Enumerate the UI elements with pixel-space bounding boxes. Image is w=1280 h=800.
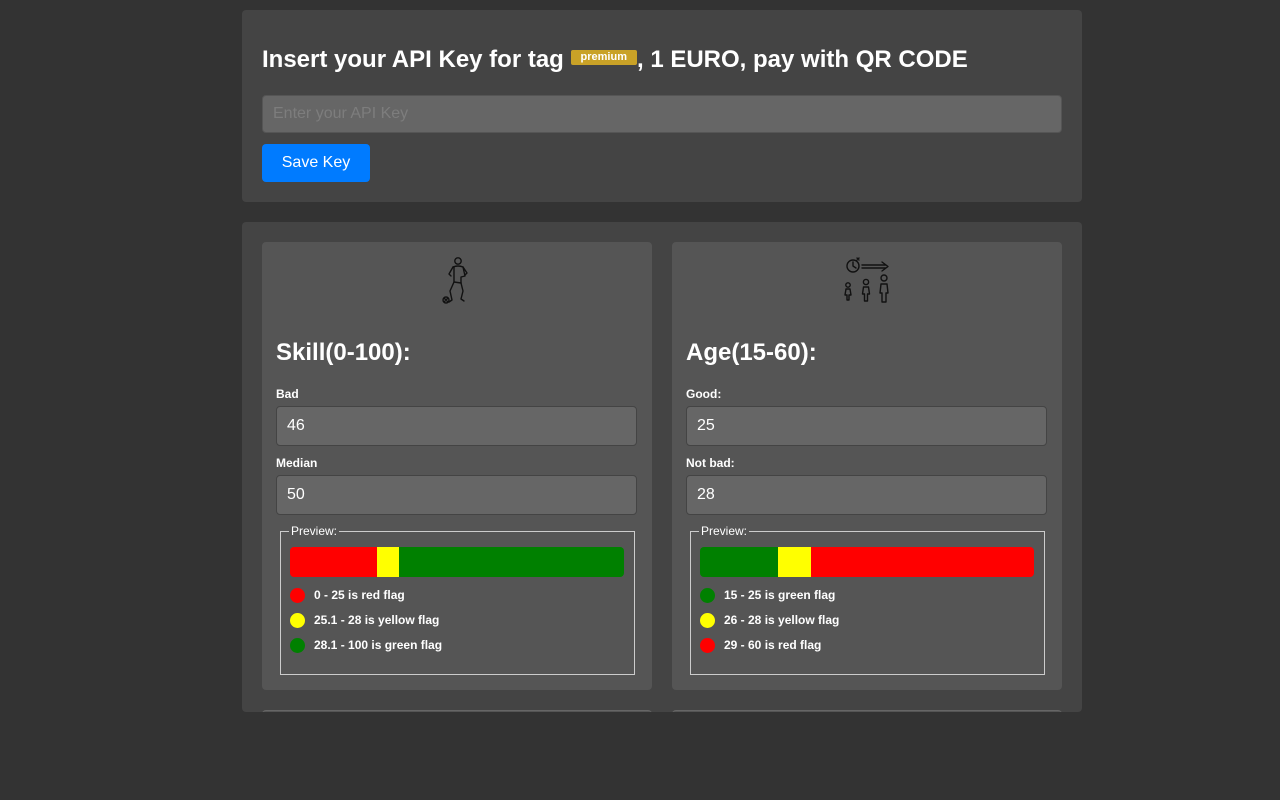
bar-segment-1 — [777, 547, 812, 577]
skill-median-label: Median — [276, 456, 318, 470]
skill-median-input[interactable] — [276, 475, 637, 515]
bar-segment-0 — [700, 547, 778, 577]
api-title-prefix: Insert your API Key for tag — [262, 46, 571, 73]
age-title: Age(15-60): — [686, 339, 817, 366]
legend-text: 15 - 25 is green flag — [724, 588, 836, 602]
age-legend-list: 15 - 25 is green flag 26 - 28 is yellow … — [700, 587, 839, 662]
legend-item: 29 - 60 is red flag — [700, 637, 839, 653]
green-flag-dot — [700, 587, 715, 603]
skill-preview: Preview: 0 - 25 is red flag 25.1 - 28 is… — [280, 525, 635, 675]
skill-card: Skill(0-100): Bad Median Preview: 0 - 25… — [262, 242, 652, 690]
legend-item: 0 - 25 is red flag — [290, 587, 442, 603]
legend-item: 15 - 25 is green flag — [700, 587, 839, 603]
legend-text: 28.1 - 100 is green flag — [314, 638, 443, 652]
next-card-right — [672, 710, 1062, 712]
age-progression-icon — [844, 257, 889, 303]
yellow-flag-dot — [700, 612, 715, 628]
api-key-title: Insert your API Key for tag premium, 1 E… — [262, 44, 968, 76]
skill-title: Skill(0-100): — [276, 339, 411, 366]
age-good-input[interactable] — [686, 406, 1047, 446]
next-card-left — [262, 710, 652, 712]
legend-text: 29 - 60 is red flag — [724, 638, 822, 652]
yellow-flag-dot — [290, 612, 305, 628]
green-flag-dot — [290, 637, 305, 653]
bar-segment-1 — [376, 547, 399, 577]
bar-segment-2 — [398, 547, 624, 577]
skill-preview-bar — [290, 547, 624, 577]
premium-badge: premium — [570, 50, 637, 66]
legend-text: 26 - 28 is yellow flag — [724, 613, 840, 627]
red-flag-dot — [290, 587, 305, 603]
age-preview: Preview: 15 - 25 is green flag 26 - 28 i… — [690, 525, 1045, 675]
bar-segment-0 — [290, 547, 377, 577]
red-flag-dot — [700, 637, 715, 653]
settings-panel: Skill(0-100): Bad Median Preview: 0 - 25… — [242, 222, 1082, 712]
legend-text: 0 - 25 is red flag — [314, 588, 405, 602]
api-key-panel: Insert your API Key for tag premium, 1 E… — [242, 10, 1082, 202]
preview-legend: Preview: — [701, 524, 748, 538]
age-notbad-input[interactable] — [686, 475, 1047, 515]
legend-item: 25.1 - 28 is yellow flag — [290, 612, 442, 628]
age-good-label: Good: — [686, 387, 722, 401]
skill-bad-input[interactable] — [276, 406, 637, 446]
legend-text: 25.1 - 28 is yellow flag — [314, 613, 440, 627]
api-title-suffix: , 1 EURO, pay with QR CODE — [636, 46, 968, 73]
footballer-icon — [442, 257, 468, 304]
api-key-input[interactable] — [262, 95, 1062, 133]
preview-legend: Preview: — [291, 524, 338, 538]
legend-item: 26 - 28 is yellow flag — [700, 612, 839, 628]
bar-segment-2 — [811, 547, 1034, 577]
legend-item: 28.1 - 100 is green flag — [290, 637, 442, 653]
age-preview-bar — [700, 547, 1034, 577]
age-notbad-label: Not bad: — [686, 456, 735, 470]
age-card: Age(15-60): Good: Not bad: Preview: 15 -… — [672, 242, 1062, 690]
skill-legend-list: 0 - 25 is red flag 25.1 - 28 is yellow f… — [290, 587, 442, 662]
save-key-button[interactable]: Save Key — [262, 144, 370, 182]
skill-bad-label: Bad — [276, 387, 299, 401]
